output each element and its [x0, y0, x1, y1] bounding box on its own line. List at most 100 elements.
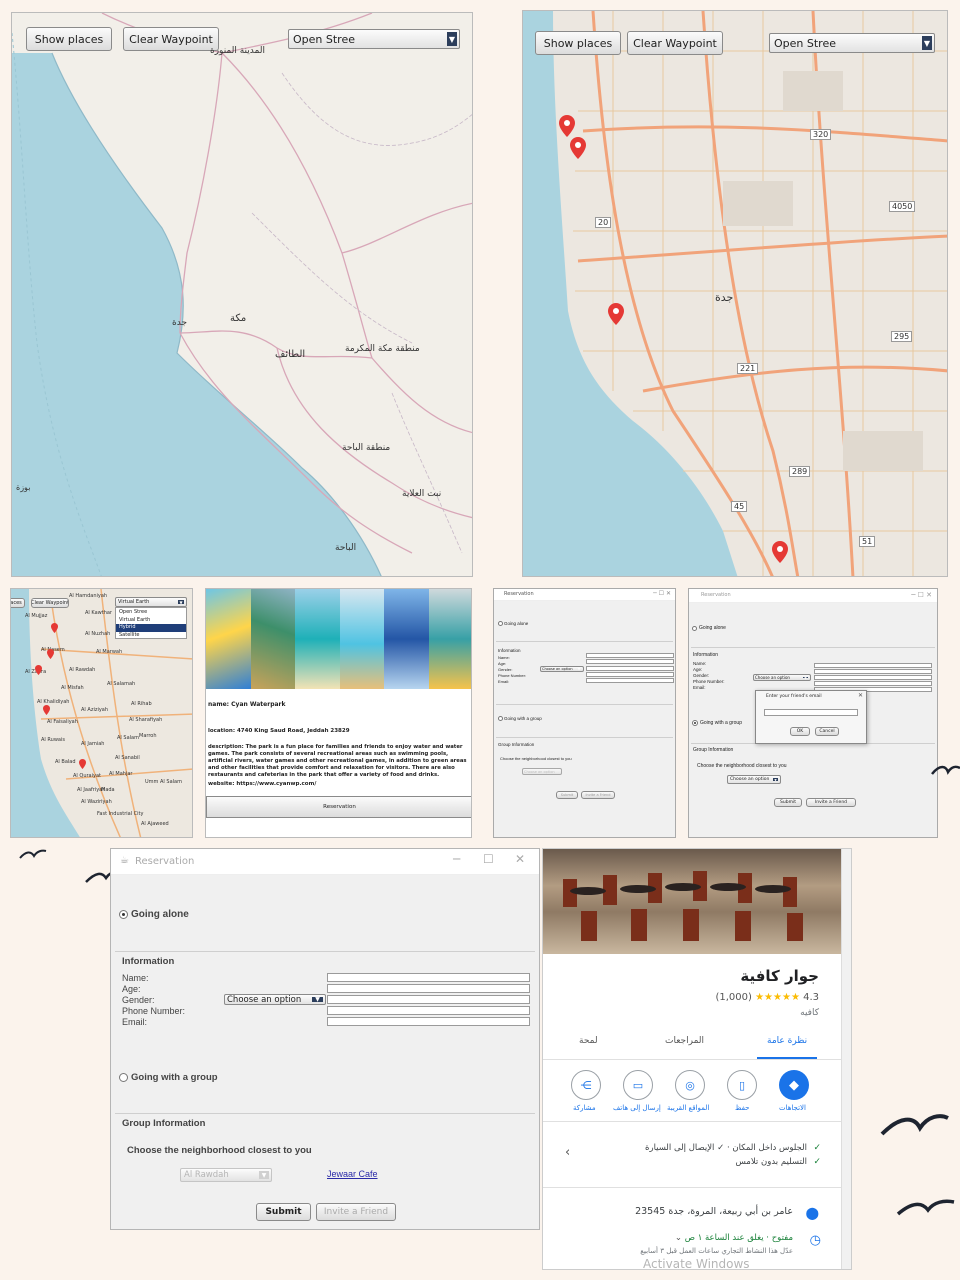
- map-type-select[interactable]: Virtual Earth ▼: [115, 597, 187, 607]
- map-tile-select-value: Open Stree: [293, 32, 355, 46]
- going-alone-radio[interactable]: [692, 626, 697, 631]
- clear-waypoint-button[interactable]: Clear Waypoint: [123, 27, 219, 51]
- gender-select[interactable]: Choose an option ▼: [753, 674, 811, 681]
- city-map-canvas[interactable]: [523, 11, 948, 577]
- phone-field[interactable]: [814, 681, 932, 686]
- map-pin-icon[interactable]: [570, 137, 586, 159]
- going-alone-radio[interactable]: [498, 621, 503, 626]
- going-alone-radio[interactable]: [119, 910, 128, 919]
- tab-reviews[interactable]: المراجعات: [665, 1036, 704, 1046]
- place-website[interactable]: website: https://www.cyanwp.com/: [208, 781, 316, 787]
- show-places-button-partial[interactable]: aces: [11, 598, 25, 608]
- phone-field[interactable]: [586, 672, 674, 677]
- check-icon: ✓: [813, 1143, 821, 1153]
- friend-email-field[interactable]: [764, 709, 858, 716]
- map-panel-jeddah[interactable]: Show places Clear Waypoint Open Stree ▼ …: [522, 10, 948, 577]
- map-tile-select[interactable]: Open Stree ▼: [769, 33, 935, 53]
- maximize-icon[interactable]: ☐: [483, 852, 494, 866]
- submit-button[interactable]: Submit: [774, 798, 802, 807]
- cafe-hours[interactable]: ⌄ مفتوح · يغلق عند الساعة ١ ص: [675, 1233, 793, 1243]
- invite-friend-button[interactable]: Invite a Friend: [806, 798, 856, 807]
- invite-friend-button[interactable]: Invite a Friend: [316, 1203, 396, 1221]
- directions-button[interactable]: ◆: [779, 1070, 809, 1100]
- scrollbar-track[interactable]: [841, 849, 851, 1269]
- name-field[interactable]: [327, 973, 530, 982]
- gender-select[interactable]: Choose an option ▼: [540, 666, 584, 672]
- map-tile-select[interactable]: Open Stree ▼: [288, 29, 460, 49]
- show-places-button[interactable]: Show places: [26, 27, 112, 51]
- tab-about[interactable]: لمحة: [579, 1036, 598, 1046]
- neighborhood-select[interactable]: Al Rawdah ▼: [180, 1168, 272, 1182]
- dropdown-option[interactable]: Open Stree: [119, 609, 147, 615]
- gender-field[interactable]: [586, 666, 674, 671]
- neighborhood-select[interactable]: Choose an option: [522, 768, 562, 775]
- going-group-radio[interactable]: [498, 716, 503, 721]
- map-label: منطقة مكة المكرمة: [345, 344, 420, 354]
- email-field[interactable]: [586, 678, 674, 683]
- chevron-down-icon: ▼: [773, 777, 778, 782]
- reservation-window-small: Reservation ─ ☐ ✕ Going alone Informatio…: [493, 588, 676, 838]
- invite-friend-button[interactable]: Invite a Friend: [581, 791, 615, 799]
- window-controls[interactable]: ─ ☐ ✕: [653, 590, 671, 597]
- email-label: Email:: [693, 685, 706, 690]
- clear-waypoint-button[interactable]: Clear Waypoint: [627, 31, 723, 55]
- going-group-radio[interactable]: [692, 720, 698, 726]
- show-places-button[interactable]: Show places: [535, 31, 621, 55]
- bird-decoration-icon: [880, 1114, 949, 1136]
- submit-button[interactable]: Submit: [556, 791, 578, 799]
- tab-overview[interactable]: نظرة عامة: [767, 1036, 807, 1046]
- dropdown-option-highlighted[interactable]: Hybrid: [116, 624, 186, 632]
- map-panel-small[interactable]: aces Clear Waypoint Virtual Earth ▼ Open…: [10, 588, 193, 838]
- map-pin-icon[interactable]: [79, 759, 86, 769]
- dropdown-option[interactable]: Satellite: [119, 632, 139, 638]
- clear-waypoint-button[interactable]: Clear Waypoint: [31, 598, 69, 608]
- gender-field[interactable]: [814, 675, 932, 680]
- neighborhood-select[interactable]: Choose an option ▼: [727, 775, 781, 784]
- map-panel-region[interactable]: Show places Clear Waypoint Open Stree ▼ …: [11, 12, 473, 577]
- gender-label: Gender:: [693, 673, 710, 678]
- jewaar-cafe-link[interactable]: Jewaar Cafe: [327, 1169, 378, 1179]
- dropdown-option[interactable]: Virtual Earth: [119, 617, 150, 623]
- close-icon[interactable]: ✕: [515, 852, 525, 866]
- age-field[interactable]: [327, 984, 530, 993]
- map-pin-icon[interactable]: [51, 623, 58, 633]
- name-field[interactable]: [586, 653, 674, 658]
- share-button[interactable]: ⋲: [571, 1070, 601, 1100]
- cancel-button[interactable]: Cancel: [815, 727, 839, 736]
- email-field[interactable]: [327, 1017, 530, 1026]
- close-icon[interactable]: ✕: [858, 692, 863, 699]
- chevron-down-icon: ▼: [312, 996, 323, 1003]
- map-pin-icon[interactable]: [35, 665, 42, 675]
- age-field[interactable]: [814, 669, 932, 674]
- place-description: description: The park is a fun place for…: [208, 744, 467, 778]
- cafe-address[interactable]: عامر بن أبي ربيعة، المروة، جدة 23545: [635, 1206, 793, 1217]
- map-pin-icon[interactable]: [559, 115, 575, 137]
- map-pin-icon[interactable]: [608, 303, 624, 325]
- name-field[interactable]: [814, 663, 932, 668]
- neighborhood-prompt: Choose the neighborhood closest to you: [127, 1145, 312, 1156]
- save-button[interactable]: ▯: [727, 1070, 757, 1100]
- chevron-left-icon[interactable]: ‹: [565, 1145, 570, 1160]
- map-type-dropdown-list[interactable]: Open Stree Virtual Earth Hybrid Satellit…: [115, 607, 187, 639]
- district-label: Al Jamiah: [81, 741, 105, 747]
- map-pin-icon[interactable]: [47, 649, 54, 659]
- gender-select[interactable]: Choose an option ▼: [224, 994, 326, 1005]
- map-pin-icon[interactable]: [43, 705, 50, 715]
- chevron-down-icon: ⌄: [674, 1233, 682, 1243]
- window-controls[interactable]: ─ ☐ ✕: [911, 591, 932, 599]
- phone-field[interactable]: [327, 1006, 530, 1015]
- reservation-button[interactable]: Reservation: [206, 796, 471, 818]
- gender-field[interactable]: [327, 995, 530, 1004]
- submit-button[interactable]: Submit: [256, 1203, 311, 1221]
- minimize-icon[interactable]: ─: [453, 852, 460, 866]
- map-pin-icon[interactable]: [772, 541, 788, 563]
- ok-button[interactable]: OK: [790, 727, 810, 736]
- nearby-button[interactable]: ◎: [675, 1070, 705, 1100]
- reviews-count[interactable]: (1,000): [715, 992, 751, 1003]
- age-field[interactable]: [586, 659, 674, 664]
- divider: [496, 737, 673, 738]
- place-photo: [384, 589, 429, 689]
- going-group-radio[interactable]: [119, 1073, 128, 1082]
- send-to-phone-button[interactable]: ▭: [623, 1070, 653, 1100]
- action-label-save: حفظ: [735, 1104, 750, 1112]
